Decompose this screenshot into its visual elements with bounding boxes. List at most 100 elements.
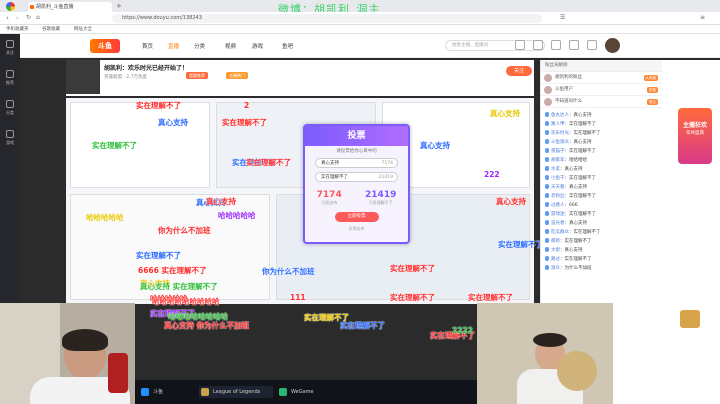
reload-icon[interactable]: ↻ xyxy=(26,14,31,21)
chat-user[interactable]: 观众 xyxy=(551,266,560,271)
chat-user[interactable]: 游戏迷 xyxy=(551,212,565,217)
rank-row[interactable]: 不知道叫什么 骑士 xyxy=(541,96,662,108)
chat-user[interactable]: 老粉丝 xyxy=(551,194,565,199)
chat-message: 胡家军：哈哈哈哈 xyxy=(541,156,662,165)
launcher-item[interactable]: 斗鱼 xyxy=(139,386,163,398)
chat-user[interactable]: 鱼丸达人 xyxy=(551,113,569,118)
gift-icon[interactable] xyxy=(587,40,597,50)
tab-favicon-icon xyxy=(30,5,34,9)
home-icon[interactable]: ⌂ xyxy=(36,14,40,21)
chat-text: 真心支持 xyxy=(573,113,592,118)
chat-user[interactable]: 路人甲 xyxy=(551,122,565,127)
vote-popup[interactable]: 投票 请投票给你心目中的 真心支持 7174 实在理解不了 21419 7174 已投… xyxy=(303,124,410,244)
new-tab-button[interactable]: + xyxy=(116,2,122,10)
level-badge xyxy=(545,175,549,180)
chat-user[interactable]: 追光者 xyxy=(551,221,565,226)
bookmark-item[interactable]: 手机收藏夹 xyxy=(6,25,29,34)
history-icon[interactable] xyxy=(515,40,525,50)
browser-tab[interactable]: 胡凯利_斗鱼直播 xyxy=(28,2,112,12)
sidebar-item-game[interactable]: 游戏 xyxy=(0,124,20,154)
chat-user[interactable]: 过路人 xyxy=(551,203,565,208)
bookmark-item[interactable]: 网址大全 xyxy=(74,25,92,34)
chat-message: 水友：真心支持 xyxy=(541,165,662,174)
download-icon[interactable] xyxy=(569,40,579,50)
launcher-item[interactable]: WeGame xyxy=(277,386,314,398)
grid-icon xyxy=(6,100,14,108)
danmu-item: 哈哈哈哈哈 xyxy=(86,213,124,222)
chat-user[interactable]: 胡家军 xyxy=(551,158,565,163)
address-bar[interactable]: https://www.douyu.com/138243 xyxy=(112,14,542,23)
danmu-item: 真心支持 实在理解不了 xyxy=(140,282,218,291)
rank-row[interactable]: 胡凯利的粉丝 大贵族 xyxy=(541,72,662,84)
chat-message: 路过：实在理解不了 xyxy=(541,255,662,264)
level-badge xyxy=(545,256,549,261)
chat-user[interactable]: 天天看 xyxy=(551,185,565,190)
nav-item-game[interactable]: 游戏 xyxy=(252,42,263,50)
sidebar-item-category[interactable]: 分类 xyxy=(0,94,20,124)
chat-user[interactable]: 路过 xyxy=(551,257,560,262)
extensions-icon[interactable]: ☰ xyxy=(560,14,565,21)
chat-text: 真心支持 xyxy=(564,167,583,172)
sidebar-item-label: 关注 xyxy=(6,50,14,55)
nav-item-fishbar[interactable]: 鱼吧 xyxy=(282,42,293,50)
sidebar-item-label: 推荐 xyxy=(6,80,14,85)
message-icon[interactable] xyxy=(551,40,561,50)
user-avatar[interactable] xyxy=(605,38,620,53)
danmu-item: 222 xyxy=(484,170,500,179)
sidebar-item-follow[interactable]: 关注 xyxy=(0,34,20,64)
level-badge xyxy=(545,139,549,144)
nav-item-video[interactable]: 视频 xyxy=(225,42,236,50)
vote-submit-button[interactable]: 立即投票 xyxy=(334,212,379,222)
chat-message: 大佬：真心支持 xyxy=(541,246,662,255)
chat-text: 实在理解不了 xyxy=(569,194,596,199)
chat-user[interactable]: 夜猫子 xyxy=(551,149,565,154)
chat-message: 游戏迷：实在理解不了 xyxy=(541,210,662,219)
chat-user[interactable]: 吃瓜群众 xyxy=(551,230,569,235)
follow-icon[interactable] xyxy=(533,40,543,50)
vote-subtitle: 请投票给你心目中的 xyxy=(336,149,377,154)
danmu-item: 真心支持 xyxy=(158,118,188,127)
nav-item-home[interactable]: 首页 xyxy=(142,42,153,50)
chat-message: 观众：为什么不加班 xyxy=(541,264,662,273)
chat-text: 实在理解不了 xyxy=(573,230,601,235)
danmu-item: 哈哈哈哈哈哈哈哈 xyxy=(168,312,228,321)
follow-button[interactable]: 关注 xyxy=(506,66,532,76)
nav-item-live[interactable]: 直播 xyxy=(168,42,179,50)
chat-user[interactable]: 水友 xyxy=(551,167,560,172)
site-logo[interactable]: 斗鱼 xyxy=(90,39,120,53)
forward-icon[interactable]: › xyxy=(16,14,19,22)
bookmark-item[interactable]: 谷歌收藏 xyxy=(42,25,60,34)
chat-message: 天天看：真心支持 xyxy=(541,183,662,192)
back-icon[interactable]: ‹ xyxy=(6,14,9,22)
browser-logo-icon[interactable] xyxy=(6,2,15,11)
stream-meta: 英雄联盟 · 2.7万热度 xyxy=(104,75,147,80)
chat-user[interactable]: 小鱼干 xyxy=(551,176,565,181)
search-input[interactable]: 搜索主播、直播间 xyxy=(445,40,545,51)
sidebar-item-recommend[interactable]: 推荐 xyxy=(0,64,20,94)
danmu-item: 哈哈哈哈哈 xyxy=(218,211,256,220)
streamer-avatar[interactable] xyxy=(66,60,100,94)
chat-user[interactable]: 欢乐时光 xyxy=(551,131,569,136)
chat-message: 小鱼干：实在理解不了 xyxy=(541,174,662,183)
danmu-item: 实在理解不了 xyxy=(468,293,513,302)
vote-option[interactable]: 真心支持 7174 xyxy=(315,158,398,168)
vote-option[interactable]: 实在理解不了 21419 xyxy=(315,172,398,182)
rank-row[interactable]: 斗鱼用户 贵族 xyxy=(541,84,662,96)
rank-name: 不知道叫什么 xyxy=(555,99,582,104)
level-badge xyxy=(545,130,549,135)
launcher-item[interactable]: League of Legends xyxy=(199,386,273,398)
gift-chest-icon[interactable] xyxy=(680,310,700,328)
chat-user[interactable]: 大佬 xyxy=(551,248,560,253)
level-badge xyxy=(545,184,549,189)
nav-item-category[interactable]: 分类 xyxy=(194,42,205,50)
promo-banner[interactable]: 主播狂欢 年终盛典 xyxy=(678,108,712,164)
vote-footer: 投票结束 xyxy=(348,226,365,231)
level-badge xyxy=(545,157,549,162)
chat-text: 真心支持 xyxy=(573,140,592,145)
level-badge xyxy=(545,148,549,153)
danmu-item: 实在理解不了 xyxy=(390,293,435,302)
menu-icon[interactable]: ≡ xyxy=(700,14,705,21)
chat-user[interactable]: 萌新 xyxy=(551,239,560,244)
chat-user[interactable]: 斗鱼观众 xyxy=(551,140,569,145)
level-badge xyxy=(545,229,549,234)
